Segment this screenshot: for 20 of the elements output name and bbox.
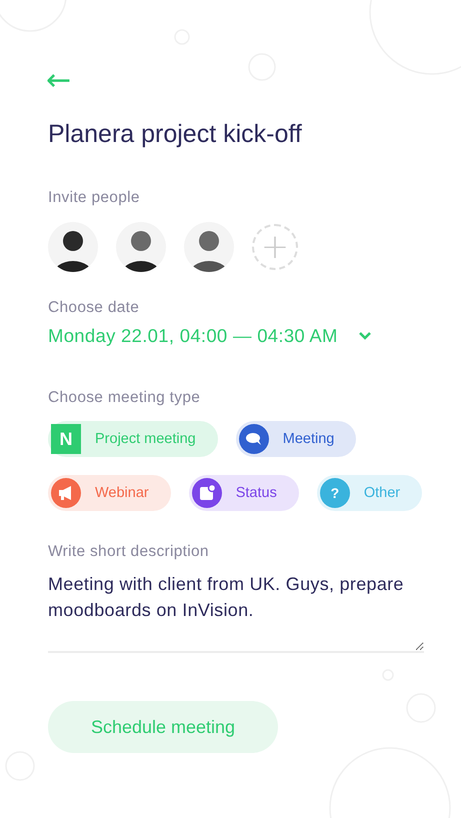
section-label: Invite people: [48, 189, 141, 207]
chevron-down-icon[interactable]: [358, 331, 372, 341]
meeting-type-chip[interactable]: Status: [188, 475, 299, 511]
add-person-button[interactable]: +: [252, 224, 298, 270]
meeting-type-chip[interactable]: Webinar: [48, 475, 171, 511]
section-label: Choose date: [48, 299, 140, 317]
section-label: Choose meeting type: [48, 389, 202, 407]
meeting-type-chip[interactable]: N Project meeting: [48, 421, 218, 457]
section-label: Write short description: [48, 543, 210, 561]
meeting-type-chip[interactable]: ? Other: [316, 475, 422, 511]
date-value[interactable]: Monday 22.01, 04:00 — 04:30 AM: [48, 325, 338, 347]
schedule-meeting-button[interactable]: Schedule meeting: [48, 701, 278, 753]
chat-bubble-icon: [238, 424, 269, 454]
question-icon: ?: [320, 478, 350, 508]
letter-icon: N: [51, 424, 81, 454]
page-title: Planera project kick-off: [48, 120, 303, 149]
megaphone-icon: [51, 478, 81, 508]
meeting-type-chip[interactable]: Meeting: [236, 421, 356, 457]
back-button[interactable]: ←: [46, 66, 72, 96]
status-icon: [192, 478, 222, 508]
